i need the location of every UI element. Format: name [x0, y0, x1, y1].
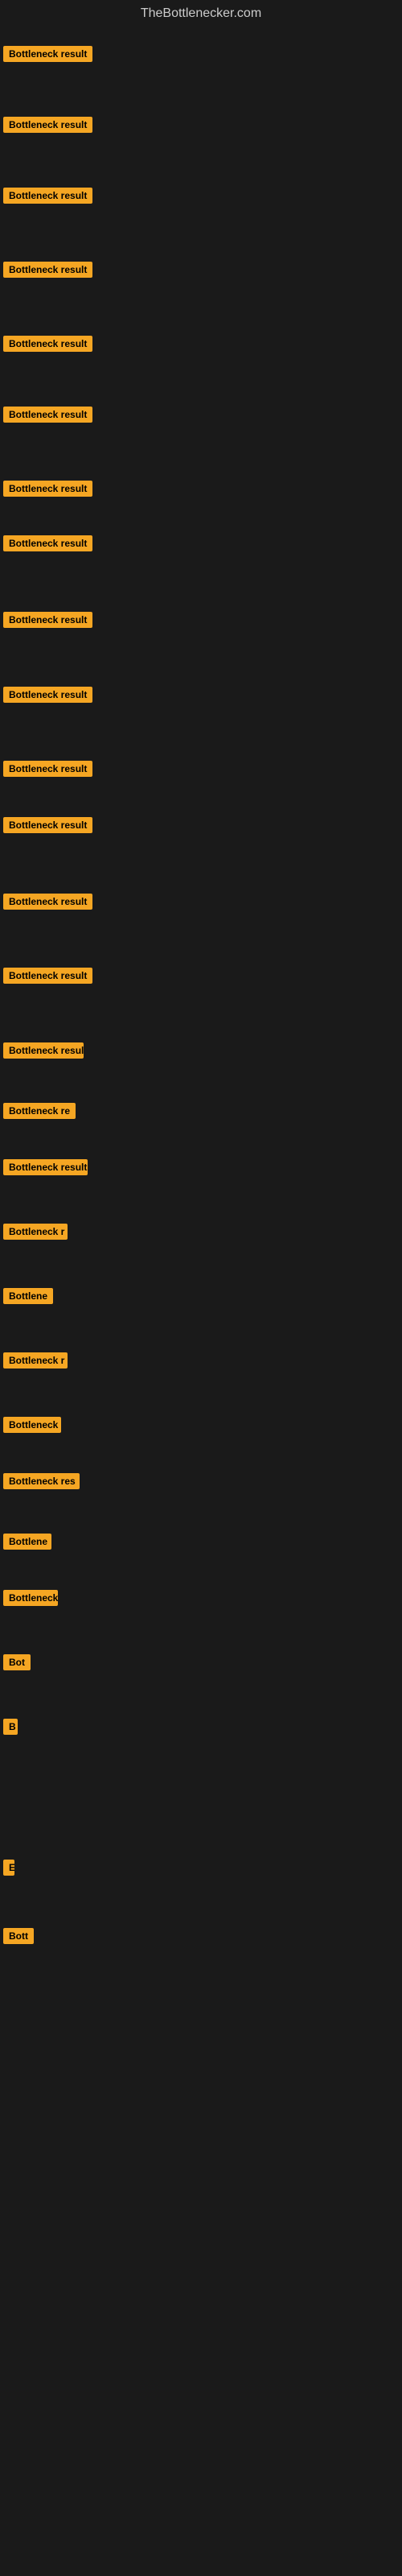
bottleneck-item-20: Bottleneck r	[3, 1352, 68, 1373]
bottleneck-badge-4[interactable]: Bottleneck result	[3, 262, 92, 278]
bottleneck-item-21: Bottleneck	[3, 1417, 61, 1437]
bottleneck-badge-5[interactable]: Bottleneck result	[3, 336, 92, 352]
bottleneck-badge-11[interactable]: Bottleneck result	[3, 761, 92, 777]
bottleneck-badge-26[interactable]: B	[3, 1719, 18, 1735]
bottleneck-item-17: Bottleneck result	[3, 1159, 88, 1179]
bottleneck-badge-23[interactable]: Bottlene	[3, 1534, 51, 1550]
bottleneck-badge-16[interactable]: Bottleneck re	[3, 1103, 76, 1119]
bottleneck-badge-14[interactable]: Bottleneck result	[3, 968, 92, 984]
bottleneck-badge-8[interactable]: Bottleneck result	[3, 535, 92, 551]
bottleneck-item-16: Bottleneck re	[3, 1103, 76, 1123]
bottleneck-item-25: Bot	[3, 1654, 31, 1674]
bottleneck-badge-20[interactable]: Bottleneck r	[3, 1352, 68, 1368]
bottleneck-badge-15[interactable]: Bottleneck result	[3, 1042, 84, 1059]
bottleneck-badge-1[interactable]: Bottleneck result	[3, 46, 92, 62]
bottleneck-item-10: Bottleneck result	[3, 687, 92, 707]
bottleneck-badge-3[interactable]: Bottleneck result	[3, 188, 92, 204]
bottleneck-item-12: Bottleneck result	[3, 817, 92, 837]
bottleneck-item-7: Bottleneck result	[3, 481, 92, 501]
bottleneck-badge-10[interactable]: Bottleneck result	[3, 687, 92, 703]
bottleneck-badge-7[interactable]: Bottleneck result	[3, 481, 92, 497]
bottleneck-badge-29[interactable]: Bott	[3, 1928, 34, 1944]
bottleneck-item-5: Bottleneck result	[3, 336, 92, 356]
bottleneck-badge-2[interactable]: Bottleneck result	[3, 117, 92, 133]
bottleneck-item-6: Bottleneck result	[3, 407, 92, 427]
bottleneck-item-26: B	[3, 1719, 18, 1739]
bottleneck-item-3: Bottleneck result	[3, 188, 92, 208]
bottleneck-badge-19[interactable]: Bottlene	[3, 1288, 53, 1304]
page-container: TheBottlenecker.com Bottleneck result Bot…	[0, 0, 402, 2576]
bottleneck-badge-28[interactable]: E	[3, 1860, 14, 1876]
bottleneck-item-13: Bottleneck result	[3, 894, 92, 914]
bottleneck-badge-18[interactable]: Bottleneck r	[3, 1224, 68, 1240]
bottleneck-item-22: Bottleneck res	[3, 1473, 80, 1493]
bottleneck-item-18: Bottleneck r	[3, 1224, 68, 1244]
bottleneck-badge-25[interactable]: Bot	[3, 1654, 31, 1670]
bottleneck-item-14: Bottleneck result	[3, 968, 92, 988]
bottleneck-item-23: Bottlene	[3, 1534, 51, 1554]
bottleneck-item-29: Bott	[3, 1928, 34, 1948]
bottleneck-item-28: E	[3, 1860, 14, 1880]
bottleneck-item-2: Bottleneck result	[3, 117, 92, 137]
bottleneck-badge-13[interactable]: Bottleneck result	[3, 894, 92, 910]
bottleneck-item-9: Bottleneck result	[3, 612, 92, 632]
bottleneck-item-15: Bottleneck result	[3, 1042, 84, 1063]
bottleneck-item-4: Bottleneck result	[3, 262, 92, 282]
bottleneck-badge-22[interactable]: Bottleneck res	[3, 1473, 80, 1489]
bottleneck-item-1: Bottleneck result	[3, 46, 92, 66]
bottleneck-item-11: Bottleneck result	[3, 761, 92, 781]
bottleneck-badge-17[interactable]: Bottleneck result	[3, 1159, 88, 1175]
bottleneck-item-24: Bottleneck	[3, 1590, 58, 1610]
site-title: TheBottlenecker.com	[0, 0, 402, 24]
bottleneck-item-19: Bottlene	[3, 1288, 53, 1308]
bottleneck-item-8: Bottleneck result	[3, 535, 92, 555]
bottleneck-badge-6[interactable]: Bottleneck result	[3, 407, 92, 423]
bottleneck-badge-24[interactable]: Bottleneck	[3, 1590, 58, 1606]
bottleneck-badge-12[interactable]: Bottleneck result	[3, 817, 92, 833]
bottleneck-badge-21[interactable]: Bottleneck	[3, 1417, 61, 1433]
bottleneck-badge-9[interactable]: Bottleneck result	[3, 612, 92, 628]
